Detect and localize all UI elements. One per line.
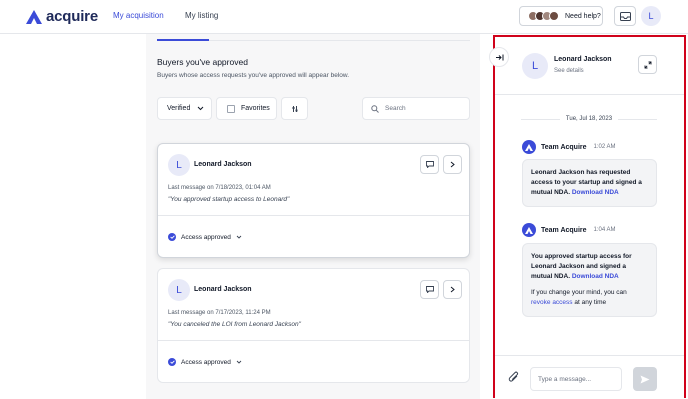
access-status-label: Access approved [181,233,231,241]
access-status-label: Access approved [181,358,231,366]
expand-button[interactable] [638,55,657,74]
access-status-dropdown[interactable]: Access approved [168,233,242,241]
open-buyer-button[interactable] [443,155,462,174]
revoke-note-text: If you change your mind, you can [531,289,627,296]
inbox-icon [619,11,631,21]
top-navbar: acquire My acquisition My listing Need h… [0,0,688,34]
logo-mark-icon [26,9,42,24]
buyer-avatar: L [168,154,190,176]
message-time: 1:04 AM [593,227,616,233]
nav-my-acquisition[interactable]: My acquisition [113,11,164,20]
support-avatar [549,11,559,21]
date-separator: Tue, Jul 18, 2023 [521,116,657,122]
chat-panel: L Leonard Jackson See details Tue, Jul 1… [493,35,686,398]
buyer-name: Leonard Jackson [194,161,252,168]
active-tab-indicator [157,39,209,41]
check-circle-icon [168,233,176,241]
check-circle-icon [168,358,176,366]
chevron-right-icon [450,286,455,293]
favorites-checkbox[interactable] [227,104,235,113]
last-message-preview: "You canceled the LOI from Leonard Jacks… [168,321,301,328]
message-header: Team Acquire 1:04 AM [522,223,616,237]
revoke-note-tail: at any time [574,299,607,306]
open-buyer-button[interactable] [443,280,462,299]
acquire-bot-icon [522,223,536,237]
chevron-right-icon [450,161,455,168]
expand-icon [644,61,651,68]
inbox-button[interactable] [614,6,636,26]
panel-header-divider [495,94,684,95]
search-placeholder: Search [385,105,406,112]
nav-my-listing[interactable]: My listing [185,11,218,20]
send-button[interactable] [633,367,657,391]
chevron-down-icon [236,235,242,239]
message-bubble: Leonard Jackson has requested access to … [522,159,657,207]
filter-settings-button[interactable] [281,97,308,120]
user-avatar[interactable]: L [641,6,661,26]
revoke-access-link[interactable]: revoke access [531,299,573,306]
message-header: Team Acquire 1:02 AM [522,140,616,154]
favorites-filter[interactable]: Favorites [216,97,277,120]
contact-avatar: L [522,53,548,79]
message-sender: Team Acquire [541,226,587,234]
chevron-down-icon [198,106,204,111]
access-status-dropdown[interactable]: Access approved [168,358,242,366]
message-button[interactable] [420,155,439,174]
message-bubble: You approved startup access for Leonard … [522,243,657,317]
date-line [521,118,560,120]
search-input[interactable]: Search [362,97,470,120]
buyer-avatar: L [168,279,190,301]
contact-name: Leonard Jackson [554,56,612,63]
date-line [618,118,657,120]
collapse-panel-button[interactable] [489,47,509,67]
need-help-label: Need help? [565,12,601,20]
chat-icon [425,161,434,168]
revoke-note: If you change your mind, you can revoke … [531,288,648,308]
sliders-icon [292,105,297,112]
verified-filter-dropdown[interactable]: Verified [157,97,212,120]
support-avatars [528,11,559,21]
section-subtitle: Buyers whose access requests you've appr… [157,72,350,79]
search-icon [371,104,379,113]
message-input[interactable]: Type a message... [530,367,622,391]
send-icon [640,375,650,383]
chat-icon [425,286,434,293]
message-button[interactable] [420,280,439,299]
last-message-date: Last message on 7/18/2023, 01:04 AM [168,185,271,191]
need-help-button[interactable]: Need help? [519,6,603,26]
acquire-logo[interactable]: acquire [26,8,98,25]
message-composer: Type a message... [495,355,684,398]
buyer-card[interactable]: L Leonard Jackson Last message on 7/18/2… [157,143,470,258]
paperclip-icon [508,371,519,382]
download-nda-link[interactable]: Download NDA [572,273,619,280]
date-label: Tue, Jul 18, 2023 [565,116,613,122]
verified-filter-label: Verified [167,105,191,112]
card-divider [158,340,469,341]
last-message-preview: "You approved startup access to Leonard" [168,196,290,203]
message-time: 1:02 AM [593,144,616,150]
card-divider [158,215,469,216]
see-details-link[interactable]: See details [554,68,584,74]
section-title: Buyers you've approved [157,57,248,67]
favorites-filter-label: Favorites [241,105,270,112]
buyer-name: Leonard Jackson [194,286,252,293]
logo-text: acquire [46,8,98,25]
left-gutter [0,34,146,399]
chevron-down-icon [236,360,242,364]
download-nda-link[interactable]: Download NDA [572,189,619,196]
attach-button[interactable] [508,371,520,389]
buyer-card[interactable]: L Leonard Jackson Last message on 7/17/2… [157,268,470,383]
message-sender: Team Acquire [541,143,587,151]
acquire-bot-icon [522,140,536,154]
collapse-right-icon [495,54,503,60]
last-message-date: Last message on 7/17/2023, 11:24 PM [168,310,271,316]
